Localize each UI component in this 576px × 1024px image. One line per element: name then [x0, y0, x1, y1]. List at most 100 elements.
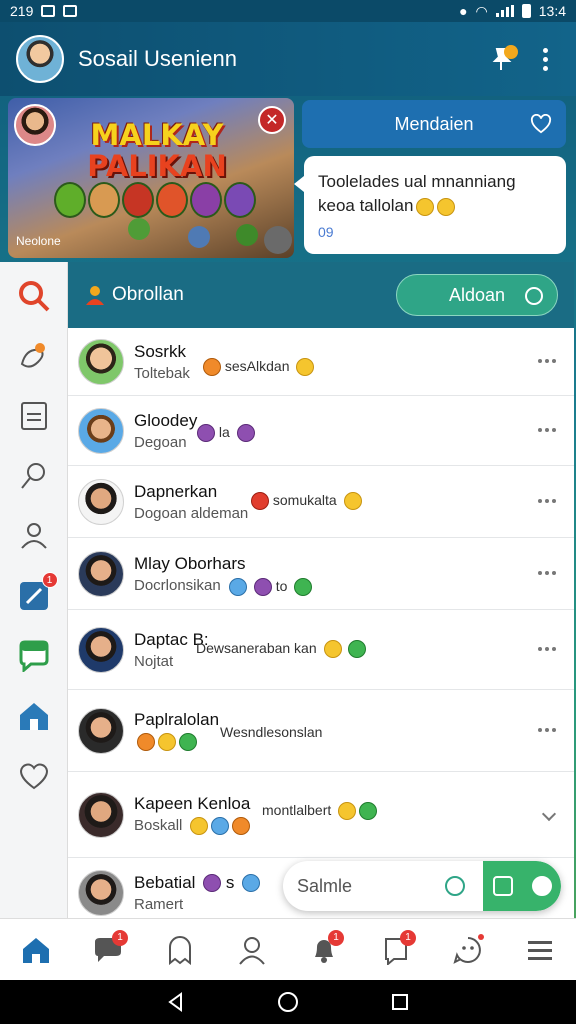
rail-explore[interactable] — [14, 456, 54, 496]
rail-messages[interactable] — [14, 636, 54, 676]
chat-header: Obrollan Aldoan — [68, 262, 574, 328]
chat-row[interactable]: Sosrkk Toltebak sesAlkdan — [68, 328, 574, 396]
emoji-icon — [231, 817, 250, 836]
pin-badge — [504, 45, 518, 59]
smile-emoji-icon — [437, 197, 456, 216]
clock-icon[interactable] — [445, 876, 465, 896]
emoji-icon — [338, 802, 357, 821]
message-bubble[interactable]: Toolelades ual mnanniang keoa tallolan 0… — [294, 156, 566, 254]
chat-more-button[interactable] — [538, 570, 556, 575]
fruit-icon — [188, 226, 210, 248]
bubble-meta: 09 — [318, 224, 334, 240]
more-menu-button[interactable] — [530, 41, 560, 77]
mendaien-button[interactable]: Mendaien — [302, 100, 566, 148]
fruit-icon — [128, 218, 150, 240]
avatar — [78, 478, 124, 525]
emoji-icon — [236, 424, 255, 443]
rail-profile[interactable] — [14, 516, 54, 556]
avatar — [78, 869, 124, 916]
thumbs-up-icon — [296, 358, 315, 377]
notification-icon — [63, 5, 78, 17]
ghost-icon — [169, 935, 191, 965]
pin-button[interactable] — [484, 41, 520, 77]
person-icon — [86, 286, 104, 305]
chat-row[interactable]: Dapnerkan Dogoan aldeman somukalta — [68, 466, 574, 538]
chat-more-button[interactable] — [538, 427, 556, 432]
emoji-icon — [343, 492, 362, 511]
activity-icon — [20, 343, 45, 368]
avatar — [78, 338, 124, 385]
rail-favorites[interactable] — [14, 756, 54, 796]
game-title-line2: PALIKAN — [87, 149, 227, 183]
profile-avatar[interactable] — [16, 35, 64, 83]
chat-more-button[interactable] — [538, 646, 556, 651]
recents-icon[interactable] — [390, 992, 410, 1012]
app-bar: Sosail Usenienn — [0, 22, 576, 96]
emoji-icon — [348, 640, 367, 659]
aldoan-button[interactable]: Aldoan — [396, 274, 558, 316]
chat-bubble-icon — [19, 640, 48, 672]
nav-chat[interactable]: 1 — [88, 929, 128, 970]
edit-badge: 1 — [41, 572, 58, 588]
nav-ghost[interactable] — [160, 930, 200, 970]
chat-list: Sosrkk Toltebak sesAlkdan Gloodey Degoan l… — [68, 328, 574, 918]
status-clock: 13:4 — [538, 3, 566, 19]
emoji-icon — [251, 492, 269, 511]
file-icon — [20, 402, 47, 430]
chat-more-button[interactable] — [538, 358, 556, 363]
emoji-icon — [210, 817, 229, 836]
chat-row[interactable]: Kapeen Kenloa Boskall montlalbert — [68, 772, 574, 858]
nav-home[interactable] — [16, 930, 56, 970]
sound-icon[interactable] — [264, 226, 292, 254]
chat-name-text: Bebatial — [134, 872, 196, 892]
chat-more-button[interactable] — [538, 498, 556, 503]
battery-icon — [521, 4, 531, 18]
magnifier-icon — [20, 463, 45, 489]
chat-name: Paplralolan — [134, 709, 220, 729]
back-icon[interactable] — [166, 992, 186, 1012]
banner-avatar — [14, 104, 56, 146]
chat-row[interactable]: Daptac B: Nojtat Dewsaneraban kan — [68, 610, 574, 690]
smile-emoji-icon — [323, 640, 342, 659]
game-banner[interactable]: ✕ MALKAY PALIKAN Neolone — [8, 98, 294, 258]
nav-notes[interactable]: 1 — [376, 929, 416, 970]
rail-edit[interactable]: 1 — [14, 572, 58, 616]
close-banner-button[interactable]: ✕ — [258, 106, 286, 134]
chat-row[interactable]: Mlay Oborhars Docrlonsikan to — [68, 538, 574, 610]
rail-search[interactable] — [14, 276, 54, 316]
status-time: 219 — [10, 3, 34, 19]
person-icon — [239, 936, 265, 965]
chat-message: la — [218, 424, 230, 440]
home-circle-icon[interactable] — [277, 991, 299, 1013]
rail-home[interactable] — [14, 696, 54, 736]
gallery-icon — [41, 5, 56, 17]
avatar — [78, 791, 124, 838]
rail-activity[interactable] — [14, 336, 54, 376]
chat-message: Wesndlesonslan — [220, 724, 323, 740]
pie-icon[interactable] — [531, 876, 552, 896]
rail-files[interactable] — [14, 396, 54, 436]
chat-row[interactable]: Paplralolan Wesndlesonslan — [68, 690, 574, 772]
chat-message: somukalta — [272, 492, 337, 508]
search-input[interactable] — [297, 875, 437, 897]
nav-notifications[interactable]: 1 — [304, 929, 344, 970]
emoji-icon — [189, 817, 208, 836]
chat-message: Dewsaneraban kan — [196, 640, 317, 656]
nav-menu[interactable] — [520, 930, 560, 970]
nav-profile[interactable] — [232, 930, 272, 970]
avatar — [78, 407, 124, 454]
game-title-line1: MALKAY — [90, 118, 224, 152]
note-badge: 1 — [400, 929, 416, 946]
search-actions — [483, 861, 561, 911]
calendar-icon[interactable] — [492, 876, 513, 896]
chat-subtitle-text: Boskall — [134, 816, 183, 834]
game-title: MALKAY PALIKAN — [82, 120, 232, 182]
emoji-icon — [179, 733, 197, 752]
nav-emoji[interactable] — [448, 930, 488, 970]
chat-row[interactable]: Gloodey Degoan la — [68, 396, 574, 466]
bell-badge: 1 — [328, 929, 344, 946]
search-bar[interactable] — [283, 861, 561, 911]
home-icon — [23, 937, 49, 963]
chat-badge: 1 — [112, 929, 128, 946]
chat-more-button[interactable] — [538, 727, 556, 732]
